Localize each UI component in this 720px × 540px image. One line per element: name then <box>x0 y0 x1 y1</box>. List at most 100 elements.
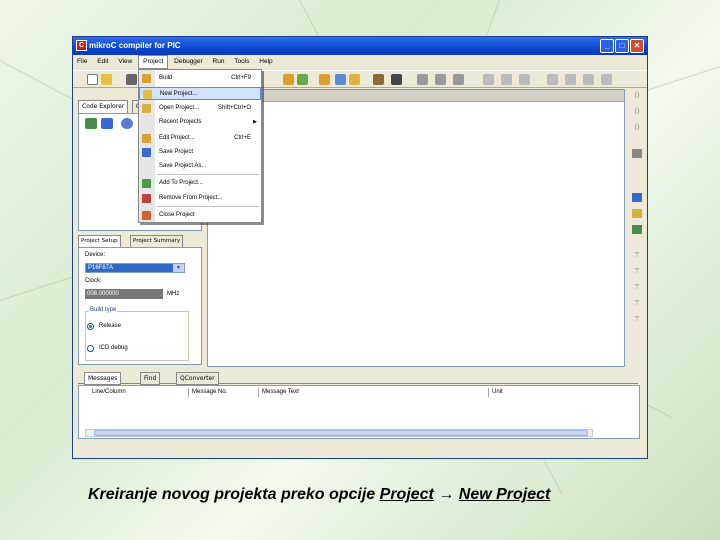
folder-icon[interactable] <box>632 209 642 218</box>
bookmark-2-icon[interactable]: ⊤ <box>632 267 642 276</box>
bookmark-5-icon[interactable]: ⊤ <box>632 315 642 324</box>
icd-debug-radio[interactable] <box>87 345 94 352</box>
tab-qconverter[interactable]: QConverter <box>176 372 219 385</box>
maximize-button[interactable]: □ <box>615 39 629 53</box>
expand-icon[interactable] <box>85 118 97 129</box>
build-icon[interactable] <box>283 74 294 85</box>
menu-item-shortcut: Ctrl+E <box>234 135 251 141</box>
menu-item-label: Add To Project... <box>159 180 203 186</box>
refresh-icon[interactable] <box>121 118 133 129</box>
close-button[interactable]: ✕ <box>630 39 644 53</box>
menu-debugger[interactable]: Debugger <box>170 55 207 69</box>
menu-item-label: Open Project... <box>159 105 200 111</box>
pause-icon[interactable] <box>565 74 576 85</box>
window-titlebar: C mikroC compiler for PIC _ □ ✕ <box>73 37 647 55</box>
code-editor[interactable] <box>207 89 625 367</box>
print-icon[interactable] <box>632 149 642 158</box>
menu-project[interactable]: Project <box>138 55 169 69</box>
new-file-icon[interactable] <box>87 74 98 85</box>
assembly-icon[interactable] <box>391 74 402 85</box>
window-title: mikroC compiler for PIC <box>89 41 181 50</box>
horizontal-scrollbar[interactable] <box>85 429 593 437</box>
menu-edit[interactable]: Edit <box>93 55 112 69</box>
close-project-icon <box>142 211 151 220</box>
submenu-arrow-icon: ▶ <box>253 119 257 125</box>
memory-icon[interactable] <box>601 74 612 85</box>
save-project-icon <box>142 148 151 157</box>
menu-item-recent-projects[interactable]: Recent Projects ▶ <box>139 116 261 129</box>
toggle-breakpoint-icon[interactable] <box>519 74 530 85</box>
clock-input[interactable]: 008.000000 <box>85 289 163 299</box>
step-over-icon[interactable] <box>435 74 446 85</box>
save-icon[interactable] <box>126 74 137 85</box>
program-icon[interactable] <box>335 74 346 85</box>
release-radio[interactable] <box>87 323 94 330</box>
open-file-icon[interactable] <box>101 74 112 85</box>
device-select[interactable]: P16F87A <box>85 263 185 273</box>
minimize-button[interactable]: _ <box>600 39 614 53</box>
watch-icon[interactable] <box>583 74 594 85</box>
menu-item-save-project[interactable]: Save Project <box>139 146 261 159</box>
app-icon: C <box>76 40 87 51</box>
comment-icon[interactable]: ⟨⟩ <box>632 123 642 132</box>
scrollbar-thumb[interactable] <box>94 430 588 436</box>
menu-item-add-to-project[interactable]: Add To Project... <box>139 177 261 190</box>
menu-item-new-project[interactable]: New Project... <box>139 87 261 100</box>
menu-run[interactable]: Run <box>209 55 229 69</box>
build-type-label: Build type <box>89 307 118 313</box>
build-type-group <box>85 311 189 361</box>
menu-separator <box>157 206 259 207</box>
menu-item-label: Edit Project... <box>159 135 195 141</box>
column-header[interactable]: Line/Column <box>89 388 189 397</box>
menu-item-close-project[interactable]: Close Project <box>139 209 261 222</box>
column-header[interactable]: Message No. <box>189 388 259 397</box>
menu-item-label: New Project... <box>160 91 198 97</box>
bookmark-1-icon[interactable]: ⊤ <box>632 251 642 260</box>
icd-debug-label: ICD debug <box>99 345 128 351</box>
caption-project: Project <box>379 486 434 503</box>
column-header[interactable]: Message Text <box>259 388 489 397</box>
save-icon[interactable] <box>632 193 642 202</box>
menu-item-shortcut: Ctrl+F9 <box>231 75 251 81</box>
edit-project-icon <box>142 134 151 143</box>
printer-icon[interactable] <box>632 225 642 234</box>
step-into-icon[interactable] <box>417 74 428 85</box>
menu-file[interactable]: File <box>73 55 91 69</box>
menu-item-label: Recent Projects <box>159 119 202 125</box>
menu-item-save-project-as[interactable]: Save Project As... <box>139 160 261 173</box>
menu-item-remove-from-project[interactable]: Remove From Project... <box>139 192 261 205</box>
compile-icon[interactable] <box>319 74 330 85</box>
build-icon <box>142 74 151 83</box>
stop-icon[interactable] <box>547 74 558 85</box>
menu-item-edit-project[interactable]: Edit Project... Ctrl+E <box>139 132 261 145</box>
menu-item-build[interactable]: Build Ctrl+F9 <box>139 72 261 85</box>
indent-icon[interactable]: ⟨⟩ <box>632 91 642 100</box>
menu-item-open-project[interactable]: Open Project... Shift+Ctrl+O <box>139 102 261 115</box>
bookmark-3-icon[interactable]: ⊤ <box>632 283 642 292</box>
clock-label: Clock: <box>85 278 102 284</box>
step-out-icon[interactable] <box>453 74 464 85</box>
menu-tools[interactable]: Tools <box>230 55 253 69</box>
tab-messages[interactable]: Messages <box>84 372 122 385</box>
tab-code-explorer[interactable]: Code Explorer <box>78 100 129 114</box>
menu-help[interactable]: Help <box>255 55 276 69</box>
editor-tabbar <box>208 90 624 102</box>
debug-icon[interactable] <box>373 74 384 85</box>
outdent-icon[interactable]: ⟨⟩ <box>632 107 642 116</box>
column-header[interactable]: Unit <box>489 388 637 397</box>
menu-item-shortcut: Shift+Ctrl+O <box>217 105 251 111</box>
tab-find[interactable]: Find <box>140 372 161 385</box>
bookmark-4-icon[interactable]: ⊤ <box>632 299 642 308</box>
build-all-icon[interactable] <box>297 74 308 85</box>
open-project-icon <box>142 104 151 113</box>
collapse-icon[interactable] <box>101 118 113 129</box>
menu-view[interactable]: View <box>114 55 136 69</box>
chevron-down-icon[interactable]: ▼ <box>173 264 184 272</box>
jump-icon[interactable] <box>501 74 512 85</box>
menu-item-label: Remove From Project... <box>159 195 223 201</box>
add-to-project-icon <box>142 179 151 188</box>
caption-new-project: New Project <box>458 486 551 503</box>
menu-item-label: Close Project <box>159 212 195 218</box>
run-to-cursor-icon[interactable] <box>483 74 494 85</box>
options-icon[interactable] <box>349 74 360 85</box>
